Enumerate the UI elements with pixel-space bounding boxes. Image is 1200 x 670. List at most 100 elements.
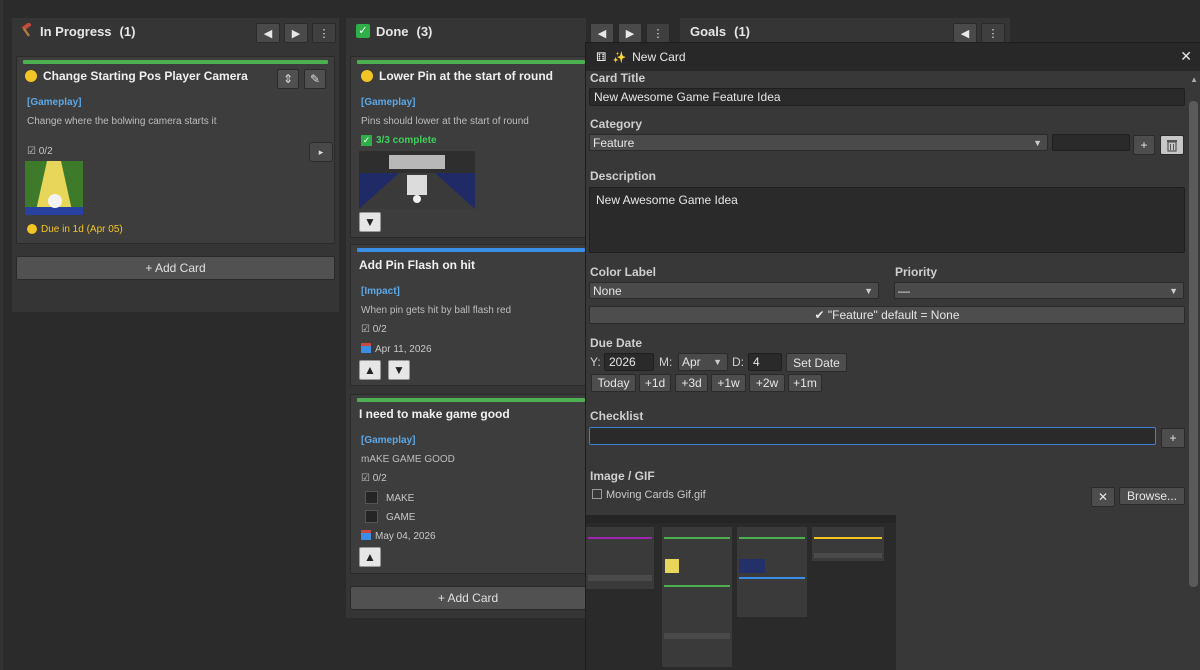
- card-title-input[interactable]: New Awesome Game Feature Idea: [589, 88, 1185, 106]
- move-left-button[interactable]: ◀: [256, 23, 280, 43]
- category-select[interactable]: Feature ▼: [589, 134, 1048, 151]
- quick-date-3d[interactable]: +3d: [675, 374, 708, 392]
- checkbox-icon: ✓: [356, 24, 370, 38]
- card-title-label: Card Title: [590, 71, 646, 85]
- checkbox[interactable]: [365, 510, 378, 523]
- add-card-button[interactable]: + Add Card: [350, 586, 586, 610]
- column-header: Goals (1): [690, 19, 750, 43]
- checkbox[interactable]: [365, 491, 378, 504]
- card-description: When pin gets hit by ball flash red: [361, 305, 512, 316]
- image-file: Moving Cards Gif.gif: [592, 489, 706, 501]
- edit-icon[interactable]: ✎: [304, 69, 326, 89]
- priority-label: Priority: [895, 265, 938, 279]
- column-in-progress: In Progress (1) ◀ ▶ ⋮ Change Starting Po…: [12, 18, 339, 312]
- priority-dot-icon: [25, 70, 37, 82]
- quick-date-today[interactable]: Today: [591, 374, 636, 392]
- column-menu-button[interactable]: ⋮: [312, 23, 336, 43]
- move-up-button[interactable]: ▲: [359, 547, 381, 567]
- dialog-title: New Card: [632, 50, 686, 64]
- column-done: ✓ Done (3) Lower Pin at the start of rou…: [346, 18, 586, 618]
- card-title: Lower Pin at the start of round: [361, 69, 553, 83]
- column-menu-button[interactable]: ⋮: [981, 23, 1005, 43]
- card-tag: [Gameplay]: [361, 435, 416, 446]
- column-title: In Progress: [40, 23, 112, 39]
- checklist-item[interactable]: MAKE: [365, 491, 414, 504]
- set-date-button[interactable]: Set Date: [786, 353, 847, 372]
- category-label: Category: [590, 117, 643, 131]
- browse-button[interactable]: Browse...: [1119, 487, 1185, 505]
- month-label: M:: [659, 355, 673, 369]
- move-left-button[interactable]: ◀: [590, 23, 614, 43]
- hammer-icon: [20, 21, 34, 40]
- card-change-camera[interactable]: Change Starting Pos Player Camera ⇕ ✎ [G…: [16, 56, 335, 244]
- card-description: mAKE GAME GOOD: [361, 454, 455, 465]
- collapse-down-button[interactable]: ▼: [359, 212, 381, 232]
- image-file-icon: [592, 489, 602, 499]
- card-date: Apr 11, 2026: [361, 343, 432, 355]
- year-label: Y:: [590, 355, 601, 369]
- year-input[interactable]: 2026: [604, 353, 654, 371]
- move-down-button[interactable]: ▼: [388, 360, 410, 380]
- bowling-lane-image: [25, 161, 83, 215]
- priority-dot-icon: [361, 70, 373, 82]
- column-count: (1): [119, 23, 136, 39]
- card-make-game-good[interactable]: I need to make game good [Gameplay] mAKE…: [350, 394, 586, 574]
- move-up-button[interactable]: ▲: [359, 360, 381, 380]
- day-input[interactable]: 4: [748, 353, 782, 371]
- chevron-down-icon: ▼: [1033, 137, 1042, 148]
- due-date-label: Due Date: [590, 336, 643, 350]
- column-header: ✓ Done (3): [356, 19, 432, 43]
- column-count: (3): [416, 23, 433, 39]
- gif-preview-image: [586, 515, 896, 670]
- category-default-button[interactable]: ✔ "Feature" default = None: [589, 306, 1185, 324]
- priority-select[interactable]: — ▼: [894, 282, 1184, 299]
- calendar-icon: [361, 530, 371, 540]
- card-color-bar: [357, 248, 585, 252]
- card-lower-pin[interactable]: Lower Pin at the start of round [Gamepla…: [350, 56, 586, 238]
- card-color-bar: [357, 398, 585, 402]
- checklist-item[interactable]: GAME: [365, 510, 415, 523]
- move-vertical-button[interactable]: ⇕: [277, 69, 299, 89]
- new-category-input[interactable]: [1052, 134, 1130, 151]
- card-description: Pins should lower at the start of round: [361, 116, 529, 127]
- month-select[interactable]: Apr ▼: [678, 353, 728, 371]
- move-right-button[interactable]: ▶: [618, 23, 642, 43]
- checklist-input[interactable]: [589, 427, 1156, 445]
- close-icon[interactable]: ✕: [1180, 48, 1192, 65]
- add-category-button[interactable]: +: [1133, 135, 1155, 155]
- clear-image-button[interactable]: ✕: [1091, 487, 1115, 507]
- new-card-dialog: ⚅ ✨ New Card ✕ Card Title New Awesome Ga…: [585, 42, 1200, 670]
- description-label: Description: [590, 169, 657, 183]
- left-edge-panel: [0, 0, 3, 670]
- dialog-scrollbar[interactable]: [1189, 101, 1198, 587]
- card-color-bar: [23, 60, 328, 64]
- scroll-up-arrow[interactable]: ▲: [1190, 75, 1198, 84]
- column-title: Goals: [690, 23, 727, 39]
- card-date: May 04, 2026: [361, 530, 436, 542]
- add-checklist-item-button[interactable]: +: [1161, 428, 1185, 448]
- description-textarea[interactable]: New Awesome Game Idea: [589, 187, 1185, 253]
- quick-date-2w[interactable]: +2w: [749, 374, 785, 392]
- due-date: Due in 1d (Apr 05): [27, 224, 123, 235]
- card-color-bar: [357, 60, 585, 64]
- move-left-button[interactable]: ◀: [953, 23, 977, 43]
- card-title: Change Starting Pos Player Camera: [25, 69, 248, 83]
- checklist-complete: ✓ 3/3 complete: [361, 135, 437, 146]
- trash-icon[interactable]: [1160, 135, 1184, 155]
- card-pin-flash[interactable]: Add Pin Flash on hit [Impact] When pin g…: [350, 244, 586, 386]
- quick-date-1d[interactable]: +1d: [639, 374, 671, 392]
- chevron-down-icon: ▼: [864, 285, 873, 296]
- add-card-button[interactable]: + Add Card: [16, 256, 335, 280]
- quick-date-1m[interactable]: +1m: [788, 374, 822, 392]
- chevron-down-icon: ▼: [713, 357, 722, 367]
- color-label-select[interactable]: None ▼: [589, 282, 879, 299]
- checklist-count: ☑ 0/2: [361, 324, 387, 335]
- card-description: Change where the bolwing camera starts i…: [27, 116, 217, 127]
- card-title: Add Pin Flash on hit: [359, 258, 475, 272]
- column-menu-button[interactable]: ⋮: [646, 23, 670, 43]
- quick-date-1w[interactable]: +1w: [711, 374, 746, 392]
- check-icon: ✓: [361, 135, 372, 146]
- move-right-button[interactable]: ▶: [284, 23, 308, 43]
- expand-button[interactable]: ▸: [309, 142, 333, 162]
- checklist-label: Checklist: [590, 409, 644, 423]
